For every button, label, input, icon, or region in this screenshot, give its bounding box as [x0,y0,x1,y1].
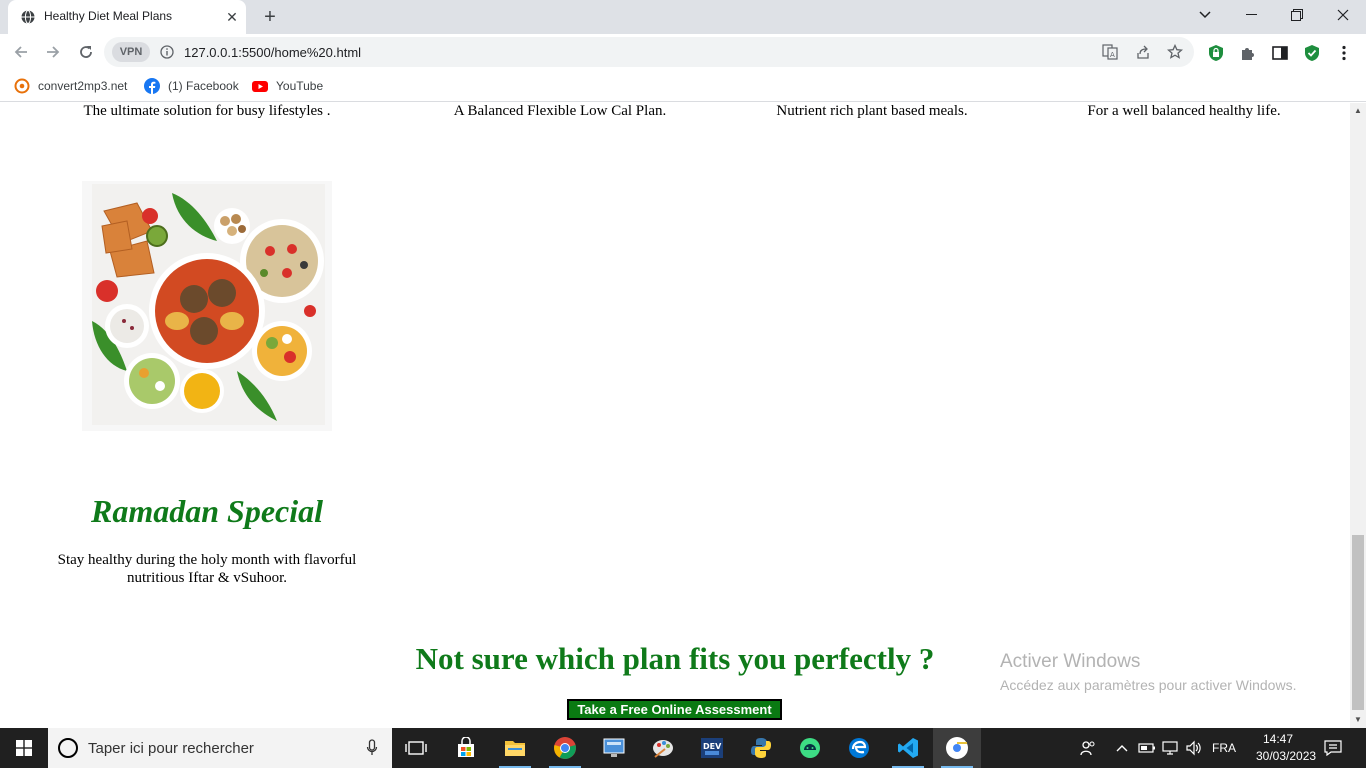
new-tab-button[interactable]: + [259,6,281,28]
scroll-down-arrow-icon[interactable]: ▼ [1350,712,1366,728]
scroll-up-arrow-icon[interactable]: ▲ [1350,103,1366,119]
vpn-badge[interactable]: VPN [112,42,150,62]
page-viewport: The ultimate solution for busy lifestyle… [0,103,1350,728]
vscode-icon [898,738,918,758]
people-icon[interactable] [1078,739,1098,757]
taskbar-app-vscode[interactable] [884,728,932,768]
cortana-circle-icon [58,738,78,758]
browser-menu-icon[interactable] [1335,44,1353,62]
taskbar-search-placeholder: Taper ici pour rechercher [88,740,254,757]
bookmark-youtube[interactable]: YouTube [252,77,323,95]
chrome-beta-icon [946,737,968,759]
volume-icon[interactable] [1185,739,1203,757]
python-icon [751,738,771,758]
vpn-shield-extension-icon[interactable] [1207,44,1225,62]
back-button[interactable] [8,39,34,65]
close-tab-icon[interactable]: ✕ [224,9,240,25]
windows-start-button[interactable] [0,728,48,768]
network-icon[interactable] [1162,739,1180,757]
taskbar-app-store[interactable] [442,728,490,768]
taskbar-app-remote-desktop[interactable] [590,728,638,768]
taskbar-app-chrome-active[interactable] [933,728,981,768]
edge-icon [849,738,869,758]
page-scrollbar[interactable]: ▲ ▼ [1350,103,1366,728]
dev-icon: DEV [701,738,723,758]
assessment-heading: Not sure which plan fits you perfectly ? [415,641,935,676]
bookmark-facebook[interactable]: (1) Facebook [144,77,239,95]
translate-icon[interactable]: A [1102,44,1118,60]
android-studio-icon [800,738,820,758]
taskbar-app-android-studio[interactable] [786,728,834,768]
browser-tab-active[interactable]: Healthy Diet Meal Plans ✕ [8,0,246,34]
remote-desktop-icon [603,738,625,757]
paint-icon [653,740,673,758]
taskbar-clock[interactable]: 14:47 30/03/2023 [1256,731,1317,765]
tab-search-icon[interactable] [1182,0,1228,30]
close-window-button[interactable] [1320,0,1366,30]
convert2mp3-icon [14,78,30,94]
extensions-puzzle-icon[interactable] [1239,44,1257,62]
taskbar-app-edge[interactable] [835,728,883,768]
show-hidden-icons-chevron-icon[interactable] [1114,739,1130,757]
globe-icon [21,10,35,24]
clock-date: 30/03/2023 [1256,749,1317,763]
battery-icon[interactable] [1138,739,1156,757]
browser-titlebar: Healthy Diet Meal Plans ✕ + [0,0,1366,34]
address-bar[interactable]: VPN 127.0.0.1:5500/home%20.html A [104,37,1194,67]
microsoft-store-icon [458,737,474,757]
bookmark-label: YouTube [276,79,324,93]
reload-button[interactable] [73,39,99,65]
scrollbar-thumb[interactable] [1352,535,1364,710]
task-view-button[interactable] [392,728,440,768]
plan-description-plant-based: Nutrient rich plant based meals. [776,103,968,119]
windows-activation-title: Activer Windows [1000,651,1141,672]
restore-button[interactable] [1274,0,1320,30]
security-check-extension-icon[interactable] [1303,44,1321,62]
minimize-button[interactable] [1228,0,1274,30]
tab-title: Healthy Diet Meal Plans [44,9,173,23]
share-icon[interactable] [1135,44,1151,60]
facebook-icon [144,78,160,94]
taskbar-app-python[interactable] [737,728,785,768]
taskbar-app-file-explorer[interactable] [491,728,539,768]
svg-text:A: A [1110,51,1115,59]
task-view-icon [405,741,427,755]
taskbar-search-box[interactable]: Taper ici pour rechercher [48,728,392,768]
plan-description-busy: The ultimate solution for busy lifestyle… [83,103,331,119]
ramadan-special-title[interactable]: Ramadan Special [47,493,367,530]
taskbar-app-dev-tools[interactable]: DEV [688,728,736,768]
url-text[interactable]: 127.0.0.1:5500/home%20.html [184,45,361,60]
browser-toolbar: VPN 127.0.0.1:5500/home%20.html A [0,34,1366,70]
forward-button[interactable] [40,39,66,65]
clock-time: 14:47 [1262,732,1294,746]
input-language-indicator[interactable]: FRA [1210,739,1238,757]
windows-taskbar: Taper ici pour rechercher DEV FRA 14:47 … [0,728,1366,768]
bookmark-label: convert2mp3.net [38,79,128,93]
info-icon[interactable] [160,45,174,59]
bookmark-label: (1) Facebook [168,79,239,93]
taskbar-app-chrome[interactable] [541,728,589,768]
bookmark-convert2mp3[interactable]: convert2mp3.net [14,77,127,95]
notification-center-icon[interactable] [1322,739,1344,757]
windows-logo-icon [16,740,32,756]
bookmark-star-icon[interactable] [1167,44,1183,60]
free-assessment-button[interactable]: Take a Free Online Assessment [567,699,782,720]
ramadan-meal-image[interactable] [82,181,332,431]
plan-description-balanced: For a well balanced healthy life. [1087,103,1281,119]
ramadan-special-description: Stay healthy during the holy month with … [57,552,357,586]
side-panel-icon[interactable] [1271,44,1289,62]
microphone-icon[interactable] [366,739,378,757]
svg-text:DEV: DEV [703,742,722,751]
plan-description-low-cal: A Balanced Flexible Low Cal Plan. [453,103,667,119]
bookmarks-bar: convert2mp3.net (1) Facebook YouTube [0,70,1366,102]
chrome-icon [554,737,576,759]
file-explorer-icon [505,741,525,756]
windows-activation-subtitle: Accédez aux paramètres pour activer Wind… [1000,677,1297,693]
taskbar-app-paint[interactable] [639,728,687,768]
youtube-icon [252,81,268,92]
